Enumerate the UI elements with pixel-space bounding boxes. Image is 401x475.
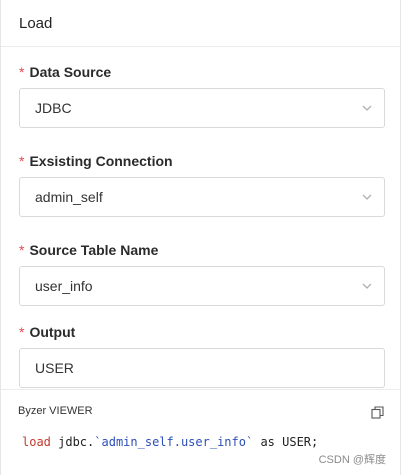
connection-label: * Exsisting Connection [19, 152, 383, 170]
connection-value: admin_self [35, 189, 103, 205]
copy-icon[interactable] [371, 406, 384, 419]
source-table-value: user_info [35, 278, 93, 294]
output-label-text: Output [29, 324, 76, 340]
source-table-field: * Source Table Name user_info [19, 241, 385, 306]
output-input[interactable]: USER [19, 348, 385, 388]
required-mark: * [19, 242, 25, 258]
load-form: * Data Source JDBC * Exsisting Connectio… [1, 63, 400, 388]
connection-label-text: Exsisting Connection [29, 153, 173, 169]
data-source-value: JDBC [35, 100, 72, 116]
panel-header: Load [1, 0, 400, 47]
viewer-title: Byzer VIEWER [18, 405, 93, 417]
required-mark: * [19, 324, 25, 340]
data-source-label-text: Data Source [29, 64, 112, 80]
code-keyword-load: load [22, 435, 51, 449]
code-prefix: jdbc. [50, 435, 95, 449]
chevron-down-icon [362, 105, 372, 111]
output-label: * Output [19, 323, 383, 341]
data-source-field: * Data Source JDBC [19, 63, 385, 128]
source-table-label-text: Source Table Name [29, 242, 159, 258]
chevron-down-icon [362, 194, 372, 200]
panel-title: Load [19, 14, 53, 32]
code-path: `admin_self.user_info` [94, 435, 254, 449]
source-table-select[interactable]: user_info [19, 266, 385, 306]
code-target: USER; [274, 435, 319, 449]
data-source-select[interactable]: JDBC [19, 88, 385, 128]
code-snippet: load jdbc.`admin_self.user_info` as USER… [22, 435, 318, 449]
connection-select[interactable]: admin_self [19, 177, 385, 217]
code-keyword-as: as [253, 435, 275, 449]
data-source-label: * Data Source [19, 63, 383, 81]
required-mark: * [19, 64, 25, 80]
source-table-label: * Source Table Name [19, 241, 383, 259]
chevron-down-icon [362, 283, 372, 289]
required-mark: * [19, 153, 25, 169]
connection-field: * Exsisting Connection admin_self [19, 152, 385, 217]
output-field: * Output USER [19, 323, 385, 388]
byzer-viewer: Byzer VIEWER load jdbc.`admin_self.user_… [1, 389, 400, 475]
watermark: CSDN @辉度 [318, 454, 386, 466]
output-value: USER [35, 360, 74, 376]
